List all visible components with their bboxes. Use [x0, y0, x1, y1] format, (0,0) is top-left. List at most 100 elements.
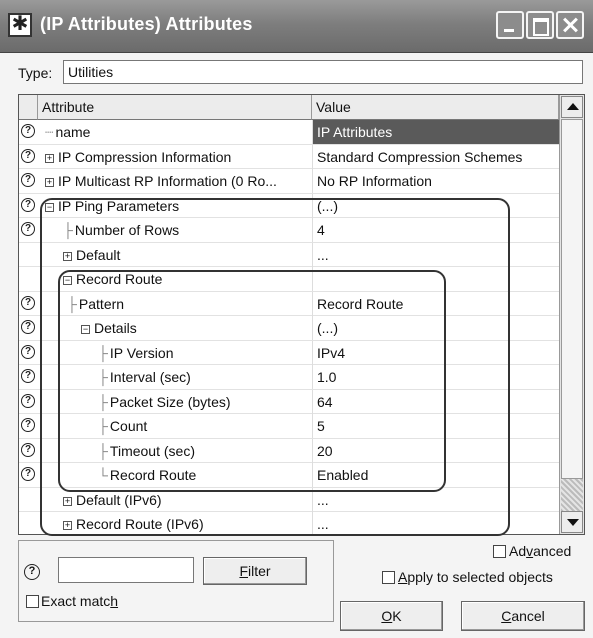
question-icon[interactable]: ?: [21, 467, 35, 481]
type-field[interactable]: Utilities: [63, 60, 583, 84]
table-row[interactable]: ? ├ Pattern Record Route: [19, 291, 559, 316]
table-row[interactable]: ? ├ Number of Rows 4: [19, 218, 559, 243]
filter-input[interactable]: [58, 557, 194, 583]
exact-match-text: Exact matc: [41, 593, 111, 609]
question-icon[interactable]: ?: [21, 173, 35, 187]
advanced-label[interactable]: Advanced: [509, 543, 571, 559]
attribute-name: ├ Interval (sec): [98, 369, 191, 385]
question-icon[interactable]: ?: [24, 564, 40, 580]
attribute-label: Default: [76, 246, 121, 263]
table-row[interactable]: + Default (IPv6)...: [19, 487, 559, 512]
table-row[interactable]: − Record Route: [19, 267, 559, 292]
expand-icon[interactable]: +: [45, 178, 54, 187]
question-icon[interactable]: ?: [21, 442, 35, 457]
exact-match-checkbox[interactable]: [26, 595, 39, 608]
attribute-value[interactable]: [312, 267, 559, 291]
question-icon[interactable]: ?: [21, 320, 35, 334]
asterisk-app-icon: ✱: [8, 13, 32, 37]
question-icon[interactable]: ?: [21, 344, 35, 359]
attribute-value[interactable]: (...): [312, 316, 559, 340]
question-icon[interactable]: ?: [21, 393, 35, 408]
scroll-down-button[interactable]: [561, 511, 583, 533]
question-icon[interactable]: ?: [21, 295, 35, 310]
attribute-name: ├ Timeout (sec): [98, 443, 195, 459]
table-row[interactable]: ? ├ Interval (sec) 1.0: [19, 365, 559, 390]
attribute-value[interactable]: 5: [312, 414, 559, 438]
advanced-checkbox[interactable]: [493, 545, 506, 558]
attribute-value[interactable]: ...: [312, 512, 559, 534]
title-bar[interactable]: ✱ (IP Attributes) Attributes: [0, 0, 593, 53]
attribute-value[interactable]: 1.0: [312, 365, 559, 389]
attribute-value[interactable]: Record Route: [312, 291, 559, 316]
attribute-value[interactable]: Standard Compression Schemes: [312, 144, 559, 169]
table-row[interactable]: ? − Details (...): [19, 316, 559, 341]
filter-button[interactable]: Filter: [203, 557, 307, 585]
attribute-label: name: [55, 124, 91, 140]
expand-icon[interactable]: +: [63, 251, 72, 261]
exact-match-mnemonic: h: [110, 593, 119, 609]
attribute-label: Pattern: [78, 295, 125, 312]
attribute-name: + Default (IPv6): [63, 492, 162, 508]
maximize-button[interactable]: [526, 11, 554, 39]
ok-button[interactable]: OK: [340, 601, 443, 631]
attribute-value[interactable]: (...): [312, 193, 559, 218]
attribute-name: − Record Route: [63, 271, 162, 287]
attribute-value[interactable]: IPv4: [312, 340, 559, 365]
question-icon[interactable]: ?: [21, 418, 35, 432]
scroll-track[interactable]: [561, 479, 583, 511]
table-row[interactable]: ? − IP Ping Parameters (...): [19, 193, 559, 218]
question-icon[interactable]: ?: [21, 124, 35, 138]
filter-label-mnemonic: F: [239, 563, 248, 579]
value-column-header[interactable]: Value: [312, 95, 559, 120]
attribute-label: IP Compression Information: [58, 148, 232, 165]
attribute-name: ├ Pattern: [67, 296, 124, 312]
attribute-value[interactable]: 20: [312, 438, 559, 463]
question-icon[interactable]: ?: [21, 148, 35, 163]
question-icon[interactable]: ?: [21, 197, 35, 212]
collapse-icon[interactable]: −: [81, 325, 90, 334]
tree-connector: ├: [67, 295, 77, 312]
apply-mnemonic: A: [398, 569, 408, 585]
expand-icon[interactable]: +: [63, 521, 72, 530]
tree-connector: ├: [98, 442, 108, 459]
attribute-name: + IP Compression Information: [45, 149, 231, 165]
table-row[interactable]: ? ├ IP Version IPv4: [19, 340, 559, 365]
attribute-value[interactable]: IP Attributes: [312, 120, 559, 144]
table-row[interactable]: + Record Route (IPv6)...: [19, 512, 559, 534]
attribute-name: − Details: [81, 320, 137, 336]
expand-icon[interactable]: +: [63, 496, 72, 506]
scroll-thumb[interactable]: [561, 119, 583, 479]
tree-connector: ├: [98, 393, 108, 410]
attribute-value[interactable]: 4: [312, 218, 559, 242]
scroll-up-button[interactable]: [561, 96, 583, 118]
question-icon[interactable]: ?: [21, 369, 35, 383]
expand-icon[interactable]: +: [45, 153, 54, 163]
attribute-label: Number of Rows: [74, 222, 180, 238]
attribute-value[interactable]: ...: [312, 242, 559, 267]
attribute-value[interactable]: Enabled: [312, 463, 559, 487]
question-icon[interactable]: ?: [21, 222, 35, 236]
minimize-button[interactable]: [496, 11, 524, 39]
attribute-value[interactable]: ...: [312, 487, 559, 512]
apply-selected-label[interactable]: Apply to selected objects: [398, 569, 553, 585]
collapse-icon[interactable]: −: [45, 202, 54, 212]
close-button[interactable]: [556, 11, 584, 39]
table-row[interactable]: ? ├ Count 5: [19, 414, 559, 439]
attribute-value[interactable]: No RP Information: [312, 169, 559, 193]
exact-match-label[interactable]: Exact match: [41, 593, 118, 609]
vertical-scrollbar[interactable]: [559, 95, 584, 534]
tree-connector: ├: [98, 344, 108, 361]
apply-selected-checkbox[interactable]: [382, 571, 395, 584]
attribute-column-header[interactable]: Attribute: [38, 95, 312, 120]
attribute-value[interactable]: 64: [312, 389, 559, 414]
table-row[interactable]: ? + IP Multicast RP Information (0 Ro... No…: [19, 169, 559, 194]
table-row[interactable]: ? ├ Timeout (sec) 20: [19, 438, 559, 463]
collapse-icon[interactable]: −: [63, 276, 72, 285]
table-row[interactable]: + Default...: [19, 242, 559, 267]
table-row[interactable]: ? ├ Packet Size (bytes) 64: [19, 389, 559, 414]
table-row[interactable]: ? ┈ name IP Attributes: [19, 120, 559, 145]
attribute-name: + Default: [63, 247, 120, 263]
cancel-button[interactable]: Cancel: [461, 601, 585, 631]
table-row[interactable]: ? └ Record Route Enabled: [19, 463, 559, 488]
table-row[interactable]: ? + IP Compression Information Standard Com…: [19, 144, 559, 169]
